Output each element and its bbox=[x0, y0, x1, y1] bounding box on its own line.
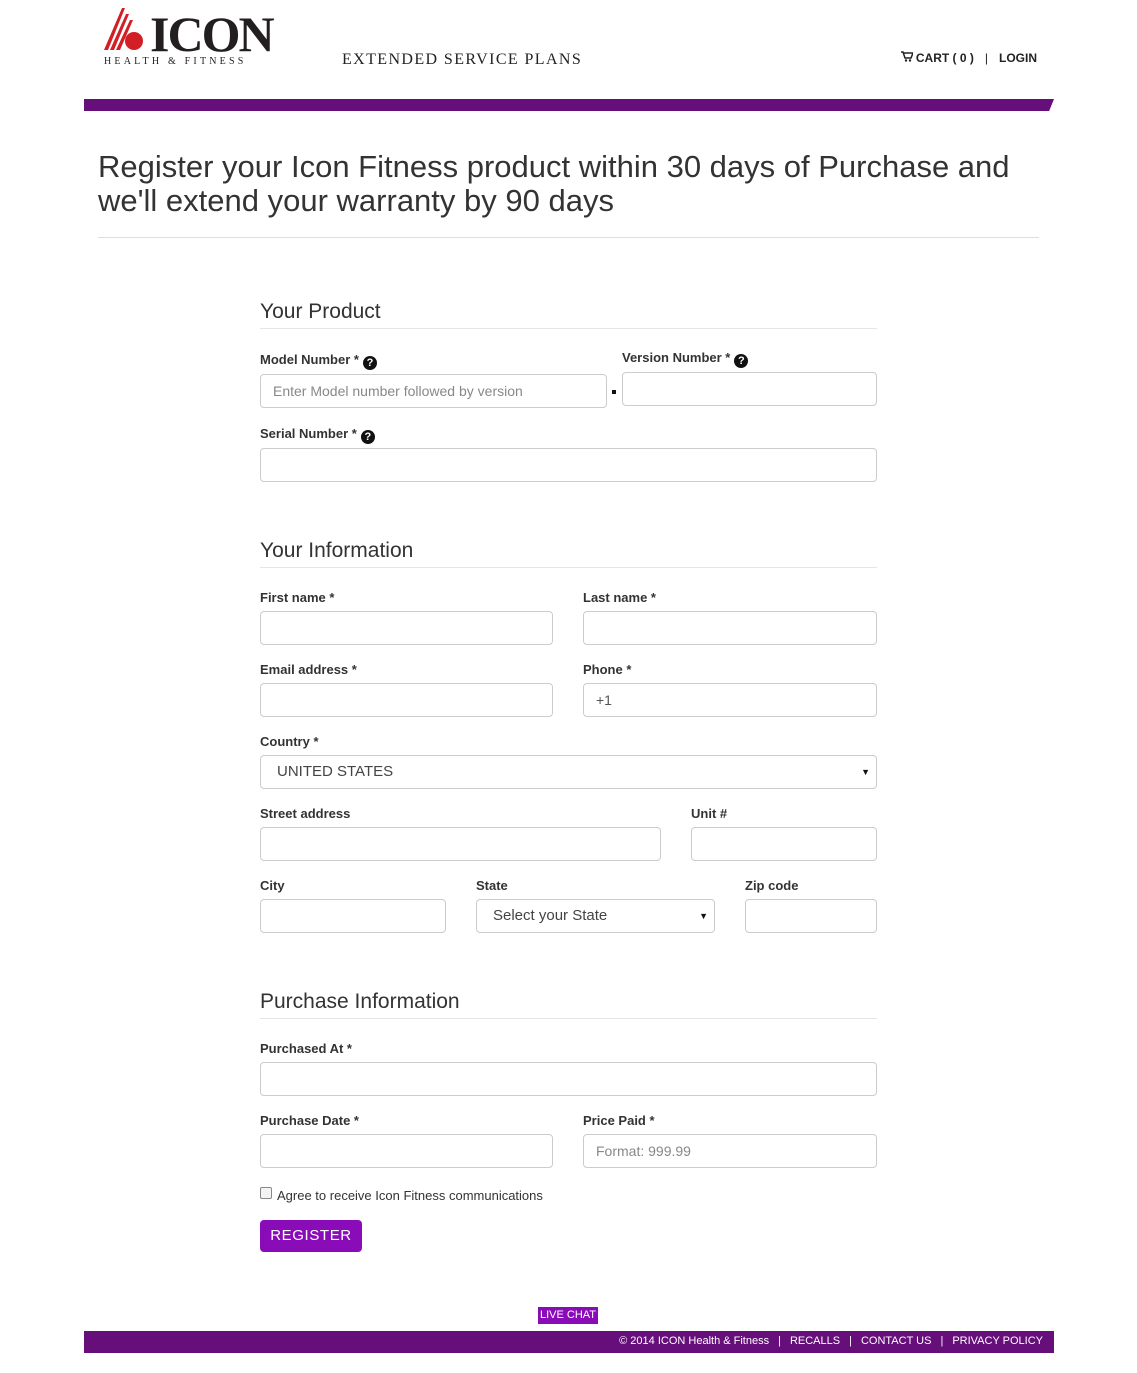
unit-label: Unit # bbox=[691, 806, 728, 821]
model-number-label: Model Number *? bbox=[260, 352, 377, 370]
section-divider bbox=[260, 1018, 877, 1019]
zip-code-label: Zip code bbox=[745, 878, 799, 893]
agree-checkbox-label[interactable]: Agree to receive Icon Fitness communicat… bbox=[277, 1188, 543, 1203]
headline-divider bbox=[98, 237, 1039, 238]
header-bar bbox=[84, 99, 1054, 111]
model-version-separator bbox=[612, 390, 616, 394]
serial-number-label-text: Serial Number * bbox=[260, 426, 357, 441]
live-chat-button[interactable]: LIVE CHAT bbox=[538, 1307, 598, 1324]
state-select-value: Select your State bbox=[493, 907, 608, 924]
footer-separator: | bbox=[940, 1335, 944, 1347]
last-name-label: Last name * bbox=[583, 590, 656, 605]
street-address-input[interactable] bbox=[260, 827, 661, 861]
unit-input[interactable] bbox=[691, 827, 877, 861]
chevron-down-icon: ▼ bbox=[861, 767, 870, 777]
country-label: Country * bbox=[260, 734, 319, 749]
footer-copyright: © 2014 ICON Health & Fitness bbox=[619, 1335, 770, 1347]
help-icon[interactable]: ? bbox=[734, 354, 749, 368]
street-address-label: Street address bbox=[260, 806, 351, 821]
purchased-at-input[interactable] bbox=[260, 1062, 877, 1096]
register-button[interactable]: REGISTER bbox=[260, 1220, 362, 1252]
section-divider bbox=[260, 567, 877, 568]
login-link[interactable]: LOGIN bbox=[999, 51, 1037, 65]
help-icon[interactable]: ? bbox=[360, 430, 375, 444]
state-label: State bbox=[476, 878, 508, 893]
footer-links: © 2014 ICON Health & Fitness | RECALLS |… bbox=[619, 1335, 1043, 1347]
country-select-value: UNITED STATES bbox=[277, 763, 394, 780]
first-name-input[interactable] bbox=[260, 611, 553, 645]
price-paid-input[interactable]: Format: 999.99 bbox=[583, 1134, 877, 1168]
last-name-input[interactable] bbox=[583, 611, 877, 645]
footer-link-privacy[interactable]: PRIVACY POLICY bbox=[952, 1335, 1043, 1347]
purchase-date-input[interactable] bbox=[260, 1134, 553, 1168]
chevron-down-icon: ▼ bbox=[699, 911, 708, 921]
logo-tagline: HEALTH & FITNESS bbox=[104, 56, 247, 67]
cart-link[interactable]: CART ( 0 ) bbox=[916, 51, 974, 65]
serial-number-input[interactable] bbox=[260, 448, 877, 482]
footer-link-recalls[interactable]: RECALLS bbox=[790, 1335, 840, 1347]
version-number-label-text: Version Number * bbox=[622, 350, 731, 365]
agree-checkbox[interactable] bbox=[260, 1187, 272, 1199]
first-name-label: First name * bbox=[260, 590, 335, 605]
model-number-label-text: Model Number * bbox=[260, 352, 359, 367]
top-nav: CART ( 0 ) | LOGIN bbox=[900, 51, 1037, 65]
nav-separator: | bbox=[984, 51, 988, 65]
email-input[interactable] bbox=[260, 683, 553, 717]
footer-separator: | bbox=[778, 1335, 781, 1347]
price-paid-label: Price Paid * bbox=[583, 1113, 655, 1128]
purchase-date-label: Purchase Date * bbox=[260, 1113, 359, 1128]
section-divider bbox=[260, 328, 877, 329]
country-select[interactable]: UNITED STATES ▼ bbox=[260, 755, 877, 789]
cart-icon[interactable] bbox=[900, 51, 914, 65]
zip-code-input[interactable] bbox=[745, 899, 877, 933]
help-icon[interactable]: ? bbox=[362, 356, 377, 370]
section-title-purchase: Purchase Information bbox=[260, 990, 460, 1013]
icon-logo[interactable]: ICON HEALTH & FITNESS bbox=[104, 8, 284, 68]
footer-bar: © 2014 ICON Health & Fitness | RECALLS |… bbox=[84, 1331, 1054, 1353]
logo-stripes-icon bbox=[104, 8, 143, 50]
logo-wordmark: ICON bbox=[150, 6, 275, 62]
model-number-input[interactable]: Enter Model number followed by version bbox=[260, 374, 607, 408]
page-headline: Register your Icon Fitness product withi… bbox=[98, 149, 1010, 218]
city-input[interactable] bbox=[260, 899, 446, 933]
footer-separator: | bbox=[849, 1335, 852, 1347]
section-title-information: Your Information bbox=[260, 539, 414, 562]
email-label: Email address * bbox=[260, 662, 357, 677]
city-label: City bbox=[260, 878, 285, 893]
serial-number-label: Serial Number *? bbox=[260, 426, 375, 444]
section-title-product: Your Product bbox=[260, 300, 381, 323]
phone-label: Phone * bbox=[583, 662, 632, 677]
version-number-input[interactable] bbox=[622, 372, 877, 406]
site-title: EXTENDED SERVICE PLANS bbox=[342, 51, 583, 68]
purchased-at-label: Purchased At * bbox=[260, 1041, 352, 1056]
state-select[interactable]: Select your State ▼ bbox=[476, 899, 715, 933]
phone-input[interactable]: +1 bbox=[583, 683, 877, 717]
version-number-label: Version Number *? bbox=[622, 350, 749, 368]
footer-link-contact[interactable]: CONTACT US bbox=[861, 1335, 932, 1347]
